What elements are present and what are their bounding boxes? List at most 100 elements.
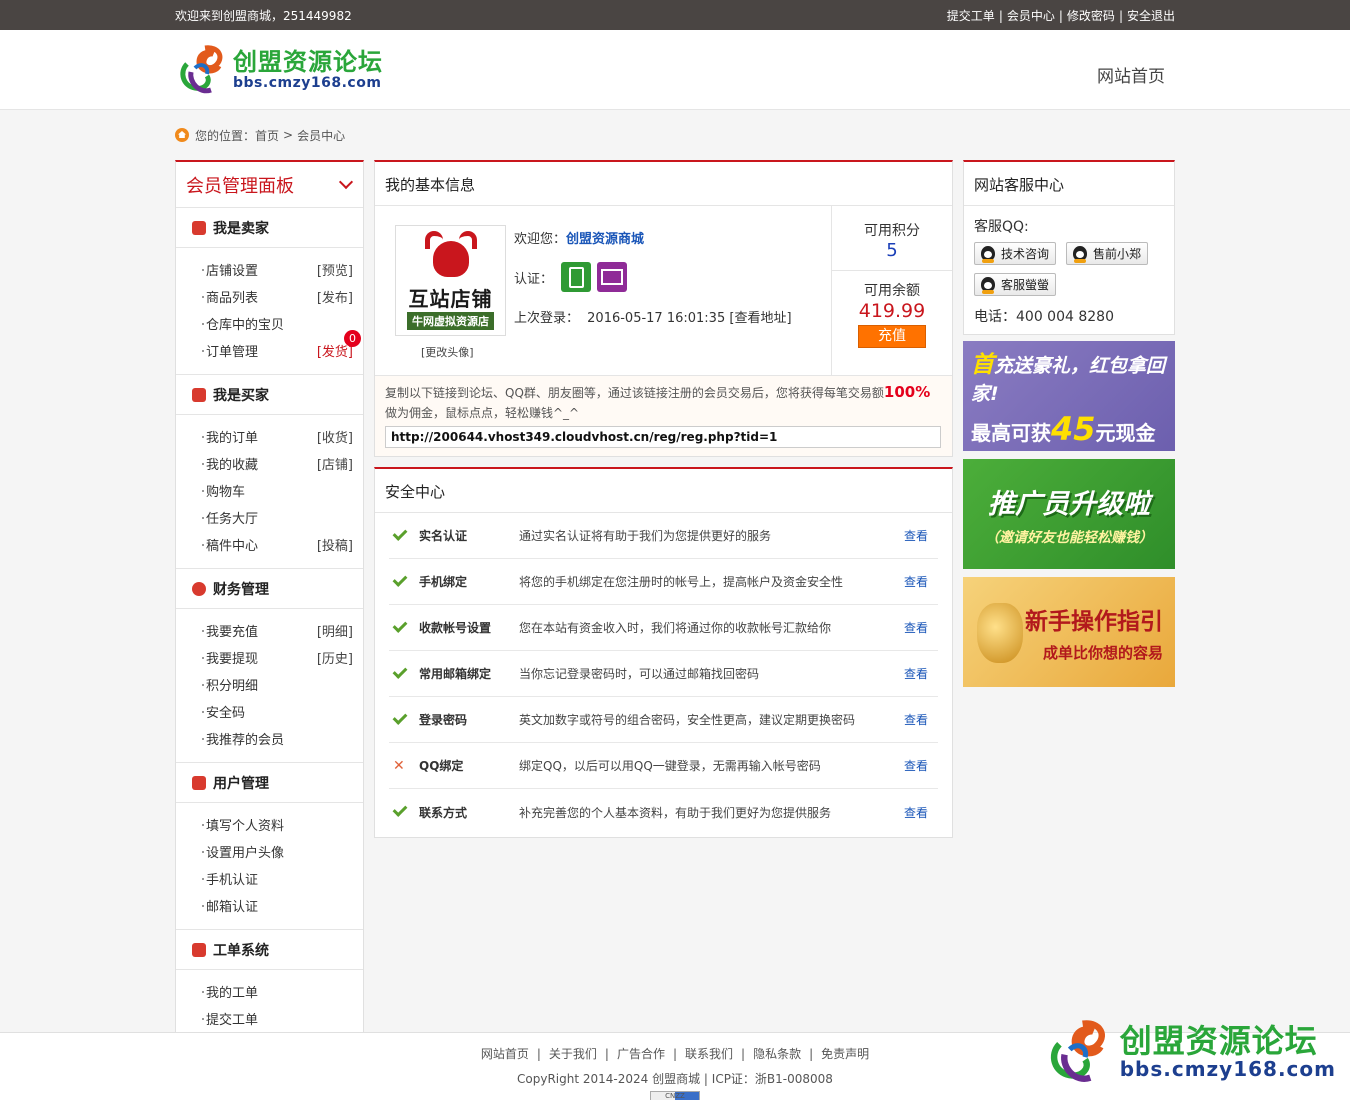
- footer-link-privacy[interactable]: 隐私条款: [753, 1047, 801, 1061]
- recharge-detail-link[interactable]: [明细]: [317, 621, 353, 640]
- promoter-banner[interactable]: 推广员升级啦 （邀请好友也能轻松赚钱）: [963, 459, 1175, 569]
- check-icon: [392, 709, 408, 725]
- security-row: 常用邮箱绑定 当你忘记登录密码时，可以通过邮箱找回密码 查看: [389, 651, 938, 697]
- logo-text-cn: 创盟资源论坛: [233, 48, 383, 76]
- footer-link-ads[interactable]: 广告合作: [617, 1047, 665, 1061]
- security-view-link[interactable]: 查看: [904, 619, 938, 636]
- submit-ticket-link[interactable]: 提交工单: [947, 9, 995, 23]
- sidebar-group-ticket: 工单系统: [176, 930, 363, 970]
- phone-cert-icon[interactable]: [561, 262, 592, 292]
- sidebar-item-manuscripts[interactable]: 稿件中心 [投稿]: [176, 531, 363, 558]
- qq-service-button[interactable]: 客服螢螢: [974, 273, 1057, 296]
- sidebar-item-points[interactable]: 积分明细: [176, 671, 363, 698]
- breadcrumb-home-link[interactable]: 首页: [255, 127, 279, 144]
- security-view-link[interactable]: 查看: [904, 711, 938, 728]
- security-desc: 您在本站有资金收入时，我们将通过你的收款帐号汇款给你: [519, 621, 832, 635]
- security-row: 登录密码 英文加数字或符号的组合密码，安全性更高，建议定期更换密码 查看: [389, 697, 938, 743]
- email-cert-icon[interactable]: [597, 262, 628, 292]
- footer-link-about[interactable]: 关于我们: [549, 1047, 597, 1061]
- sidebar-item-order-manage[interactable]: 订单管理 [发货] 0: [176, 330, 363, 364]
- check-icon: [392, 571, 408, 587]
- check-icon: [392, 802, 408, 817]
- qq-tech-button[interactable]: 技术咨询: [974, 242, 1057, 265]
- balance-value: 419.99: [858, 300, 926, 322]
- security-label: 实名认证: [419, 529, 468, 543]
- last-login-time: 2016-05-17 16:01:35: [587, 311, 726, 326]
- money-bag-icon: [977, 603, 1023, 663]
- security-view-link[interactable]: 查看: [904, 527, 938, 544]
- sidebar-group-seller: 我是卖家: [176, 208, 363, 248]
- sidebar-item-recharge[interactable]: 我要充值 [明细]: [176, 617, 363, 644]
- security-view-link[interactable]: 查看: [904, 573, 938, 590]
- security-desc: 当你忘记登录密码时，可以通过邮箱找回密码: [519, 667, 760, 681]
- beginner-guide-banner[interactable]: 新手操作指引 成单比你想的容易: [963, 577, 1175, 687]
- shop-preview-link[interactable]: [预览]: [317, 260, 353, 279]
- sidebar-item-my-tickets[interactable]: 我的工单: [176, 978, 363, 1005]
- chevron-down-icon: [338, 174, 354, 189]
- invite-link-input[interactable]: [385, 426, 941, 448]
- view-login-address-link[interactable]: [查看地址]: [729, 311, 791, 326]
- sidebar-item-my-orders[interactable]: 我的订单 [收货]: [176, 423, 363, 450]
- sidebar-item-profile[interactable]: 填写个人资料: [176, 811, 363, 838]
- security-title: 安全中心: [375, 469, 952, 513]
- sidebar-item-withdraw[interactable]: 我要提现 [历史]: [176, 644, 363, 671]
- check-icon: [392, 617, 408, 633]
- check-icon: [392, 663, 408, 679]
- security-desc: 补充完善您的个人基本资料，有助于我们更好为您提供服务: [519, 805, 832, 820]
- sidebar-item-shop-settings[interactable]: 店铺设置 [预览]: [176, 256, 363, 283]
- security-view-link[interactable]: 查看: [904, 757, 938, 774]
- sidebar-item-referrals[interactable]: 我推荐的会员: [176, 725, 363, 752]
- sidebar-item-email-verify[interactable]: 邮箱认证: [176, 892, 363, 919]
- sidebar-title[interactable]: 会员管理面板: [176, 162, 363, 208]
- security-desc: 英文加数字或符号的组合密码，安全性更高，建议定期更换密码: [519, 713, 856, 727]
- favorite-shops-link[interactable]: [店铺]: [317, 454, 353, 473]
- receive-link[interactable]: [收货]: [317, 427, 353, 446]
- security-row: 手机绑定 将您的手机绑定在您注册时的帐号上，提高帐户及资金安全性 查看: [389, 559, 938, 605]
- security-desc: 将您的手机绑定在您注册时的帐号上，提高帐户及资金安全性: [519, 575, 844, 589]
- qq-label: 客服QQ:: [974, 219, 1029, 235]
- security-label: 登录密码: [419, 713, 468, 727]
- top-links: 提交工单 | 会员中心 | 修改密码 | 安全退出: [946, 8, 1175, 23]
- service-phone: 电话：400 004 8280: [974, 309, 1114, 325]
- security-label: 收款帐号设置: [419, 621, 492, 635]
- points-value: 5: [886, 240, 898, 261]
- sidebar-item-warehouse[interactable]: 仓库中的宝贝: [176, 310, 363, 337]
- sidebar-item-avatar[interactable]: 设置用户头像: [176, 838, 363, 865]
- username-link[interactable]: 创盟资源商城: [566, 232, 644, 247]
- nav-home-link[interactable]: 网站首页: [1097, 62, 1165, 87]
- recharge-button[interactable]: 充值: [858, 325, 926, 348]
- logout-link[interactable]: 安全退出: [1127, 9, 1175, 23]
- sidebar-item-product-list[interactable]: 商品列表 [发布]: [176, 283, 363, 310]
- footer-link-contact[interactable]: 联系我们: [685, 1047, 733, 1061]
- recharge-promo-banner[interactable]: 首充送豪礼，红包拿回家! 最高可获45元现金: [963, 341, 1175, 451]
- security-view-link[interactable]: 查看: [904, 804, 938, 821]
- submit-manuscript-link[interactable]: [投稿]: [317, 535, 353, 554]
- withdraw-history-link[interactable]: [历史]: [317, 648, 353, 667]
- member-center-link[interactable]: 会员中心: [1007, 9, 1055, 23]
- site-logo[interactable]: 创盟资源论坛 bbs.cmzy168.com: [175, 42, 383, 98]
- basic-info-title: 我的基本信息: [375, 162, 952, 206]
- security-view-link[interactable]: 查看: [904, 665, 938, 682]
- footer-link-disclaimer[interactable]: 免责声明: [821, 1047, 869, 1061]
- security-label: 常用邮箱绑定: [419, 667, 492, 681]
- sidebar-group-finance: 财务管理: [176, 569, 363, 609]
- service-title: 网站客服中心: [964, 162, 1174, 206]
- check-icon: [392, 525, 408, 541]
- sidebar-item-cart[interactable]: 购物车: [176, 477, 363, 504]
- points-box: 可用积分 5: [832, 206, 952, 271]
- sidebar-item-favorites[interactable]: 我的收藏 [店铺]: [176, 450, 363, 477]
- cnzz-badge[interactable]: CNZZ: [650, 1091, 700, 1100]
- change-password-link[interactable]: 修改密码: [1067, 9, 1115, 23]
- footer-link-home[interactable]: 网站首页: [481, 1047, 529, 1061]
- change-avatar-link[interactable]: [更改头像]: [421, 344, 474, 360]
- security-label: QQ绑定: [419, 759, 464, 773]
- qq-presale-button[interactable]: 售前小郑: [1066, 242, 1149, 265]
- commission-percent: 100%: [883, 383, 931, 401]
- welcome-text: 欢迎来到创盟商城，251449982: [175, 8, 352, 23]
- sidebar-item-security-code[interactable]: 安全码: [176, 698, 363, 725]
- sidebar-item-submit-ticket[interactable]: 提交工单: [176, 1005, 363, 1032]
- sidebar-item-task-hall[interactable]: 任务大厅: [176, 504, 363, 531]
- product-publish-link[interactable]: [发布]: [317, 287, 353, 306]
- sidebar-item-phone-verify[interactable]: 手机认证: [176, 865, 363, 892]
- ticket-icon: [192, 942, 206, 957]
